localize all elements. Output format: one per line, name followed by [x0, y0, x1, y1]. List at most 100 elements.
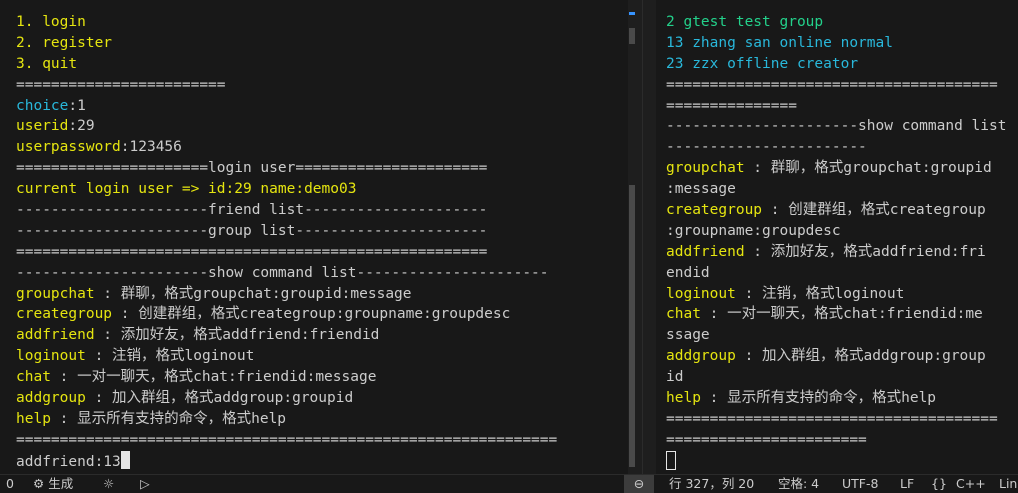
gear-icon: ⚙ — [33, 476, 45, 491]
language-mode[interactable]: C++ — [956, 475, 986, 493]
status-extra[interactable]: Lin — [999, 475, 1017, 493]
menu-register: 2. register — [16, 34, 113, 51]
command-key: creategroup — [16, 306, 113, 323]
command-desc: : 群聊，格式groupchat:groupid:message — [94, 285, 412, 302]
line-ending[interactable]: LF — [900, 475, 914, 493]
text-cursor — [120, 450, 130, 469]
indentation[interactable]: 空格: 4 — [778, 475, 819, 493]
friend-list-header: ----------------------friend list-------… — [16, 202, 488, 219]
divider: =============== — [666, 97, 797, 114]
status-bar: 0 ⚙ 生成 ☼ ▷ ⊖ 行 327，列 20 空格: 4 UTF-8 LF {… — [0, 474, 1018, 493]
password-line: userpassword:123456 — [16, 137, 628, 158]
user-entry: 23 zzx offline creator — [666, 55, 859, 72]
command-desc: : 添加好友，格式addfriend:friendid — [94, 327, 380, 344]
colon: : — [120, 139, 130, 156]
command-help: help : 显示所有支持的命令，格式help — [16, 409, 628, 430]
menu-quit: 3. quit — [16, 55, 78, 72]
encoding[interactable]: UTF-8 — [842, 475, 878, 493]
userid-value: 29 — [77, 118, 95, 135]
command-desc: : 注销，格式loginout — [85, 348, 255, 365]
show-command-header-tail: ----------------------- — [666, 139, 867, 156]
choice-line: choice:1 — [16, 96, 628, 117]
colon: : — [68, 97, 78, 114]
show-command-header: ----------------------show command list — [666, 118, 1007, 135]
divider: ====================================== — [666, 76, 998, 93]
group-list-header: ----------------------group list--------… — [16, 222, 488, 239]
command-line: :groupname:groupdesc — [666, 221, 1018, 242]
command-desc: ssage — [666, 327, 710, 344]
command-line: loginout : 注销，格式loginout — [666, 284, 1018, 305]
divider: ======================== — [16, 76, 226, 93]
scroll-marker — [629, 12, 635, 15]
command-key: addgroup — [16, 390, 86, 407]
command-desc: endid — [666, 264, 710, 281]
show-command-header: ----------------------show command list-… — [16, 264, 549, 281]
command-line: :message — [666, 179, 1018, 200]
login-banner: ======================login user========… — [16, 160, 488, 177]
command-key: creategroup — [666, 202, 763, 219]
command-desc: : 一对一聊天，格式chat:friendid:me — [700, 306, 983, 323]
command-desc: : 显示所有支持的命令，格式help — [700, 390, 937, 407]
user-entry: 13 zhang san online normal — [666, 34, 893, 51]
colon: : — [68, 118, 78, 135]
password-value: 123456 — [129, 139, 182, 156]
command-key: loginout — [16, 348, 86, 365]
terminal-input[interactable]: addfriend:13 — [16, 454, 121, 470]
problems-count[interactable]: 0 — [6, 475, 14, 493]
terminal-input-line[interactable] — [666, 450, 1018, 472]
command-desc: : 加入群组，格式addgroup:groupid — [85, 390, 354, 407]
command-key: groupchat — [16, 285, 95, 302]
scroll-thumb-top[interactable] — [629, 28, 635, 44]
command-line: id — [666, 367, 1018, 388]
command-desc: : 显示所有支持的命令，格式help — [50, 410, 287, 427]
current-login-line: current login user => id:29 name:demo03 — [16, 181, 357, 198]
command-key: help — [16, 410, 51, 427]
left-terminal[interactable]: 1. login 2. register 3. quit ===========… — [0, 0, 628, 474]
command-desc: : 添加好友，格式addfriend:fri — [744, 243, 986, 260]
command-desc: : 一对一聊天，格式chat:friendid:message — [50, 369, 377, 386]
command-desc: :groupname:groupdesc — [666, 222, 841, 239]
left-scrollbar[interactable] — [628, 0, 636, 474]
command-addfriend: addfriend : 添加好友，格式addfriend:friendid — [16, 325, 628, 346]
cursor-position[interactable]: 行 327，列 20 — [669, 475, 754, 493]
zoom-icon[interactable]: ⊖ — [624, 475, 654, 493]
command-key: addgroup — [666, 348, 736, 365]
text-cursor — [666, 450, 676, 470]
right-terminal[interactable]: 2 gtest test group 13 zhang san online n… — [656, 0, 1018, 474]
command-chat: chat : 一对一聊天，格式chat:friendid:message — [16, 367, 628, 388]
command-desc: : 创建群组，格式creategroup — [762, 202, 986, 219]
command-desc: : 群聊，格式groupchat:groupid — [744, 160, 992, 177]
divider: ========================================… — [16, 431, 558, 448]
group-entry: 2 gtest test group — [666, 14, 824, 30]
password-key: userpassword — [16, 139, 121, 156]
command-creategroup: creategroup : 创建群组，格式creategroup:groupna… — [16, 304, 628, 325]
command-key: addfriend — [16, 327, 95, 344]
userid-line: userid:29 — [16, 116, 628, 137]
command-key: help — [666, 390, 701, 407]
command-key: groupchat — [666, 160, 745, 177]
command-key: loginout — [666, 285, 736, 302]
command-key: chat — [16, 369, 51, 386]
build-button[interactable]: ⚙ 生成 — [33, 475, 73, 493]
choice-value: 1 — [77, 97, 86, 114]
command-line: chat : 一对一聊天，格式chat:friendid:me — [666, 304, 1018, 325]
command-key: chat — [666, 306, 701, 323]
braces-icon[interactable]: {} — [931, 475, 947, 493]
userid-key: userid — [16, 118, 69, 135]
command-line: ssage — [666, 325, 1018, 346]
terminal-input-line[interactable]: addfriend:13 — [16, 450, 628, 472]
divider: ========================================… — [16, 243, 488, 260]
command-groupchat: groupchat : 群聊，格式groupchat:groupid:messa… — [16, 284, 628, 305]
command-loginout: loginout : 注销，格式loginout — [16, 346, 628, 367]
choice-key: choice — [16, 97, 69, 114]
divider: ====================================== — [666, 410, 998, 427]
command-line: endid — [666, 263, 1018, 284]
command-line: help : 显示所有支持的命令，格式help — [666, 388, 1018, 409]
pane-splitter[interactable] — [642, 0, 657, 474]
command-desc: : 创建群组，格式creategroup:groupname:groupdesc — [112, 306, 511, 323]
run-icon[interactable]: ▷ — [140, 475, 150, 493]
debug-icon[interactable]: ☼ — [103, 475, 114, 493]
build-label: 生成 — [48, 476, 74, 491]
command-line: addgroup : 加入群组，格式addgroup:group — [666, 346, 1018, 367]
scroll-thumb[interactable] — [629, 185, 635, 467]
